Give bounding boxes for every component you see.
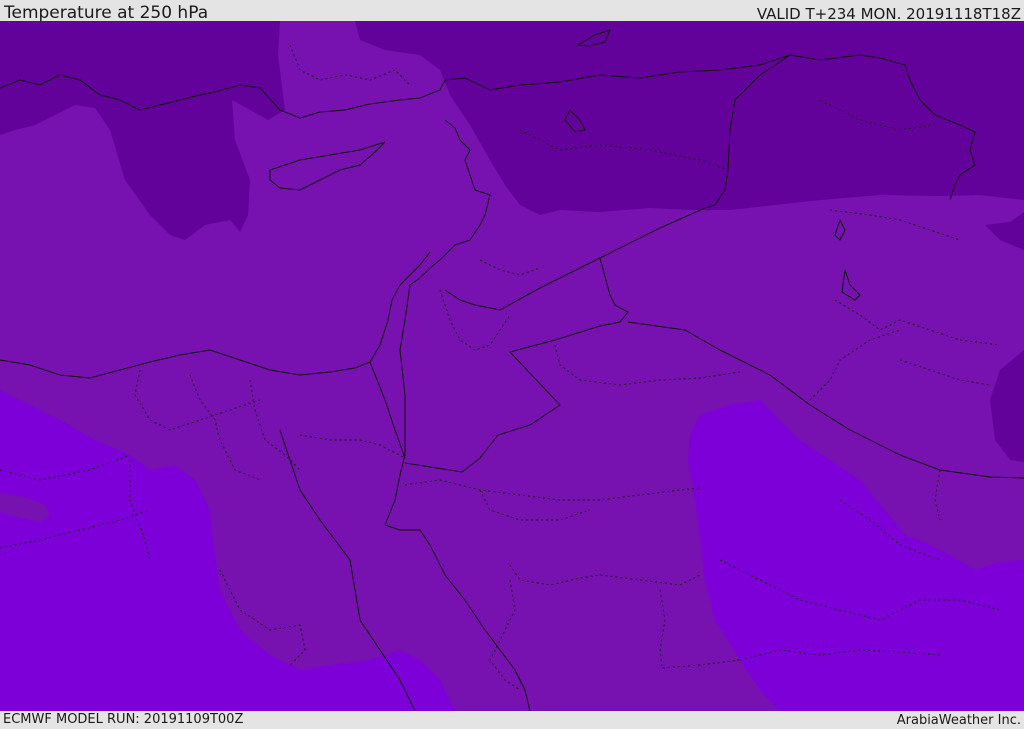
map-title: Temperature at 250 hPa <box>4 3 209 23</box>
credit-label: ArabiaWeather Inc. <box>896 713 1021 728</box>
map-canvas <box>0 21 1024 711</box>
temperature-map <box>0 21 1024 711</box>
footer-bar: ECMWF MODEL RUN: 20191109T00Z ArabiaWeat… <box>0 711 1024 729</box>
model-run-label: ECMWF MODEL RUN: 20191109T00Z <box>3 712 244 727</box>
header-bar: Temperature at 250 hPa VALID T+234 MON. … <box>0 0 1024 23</box>
